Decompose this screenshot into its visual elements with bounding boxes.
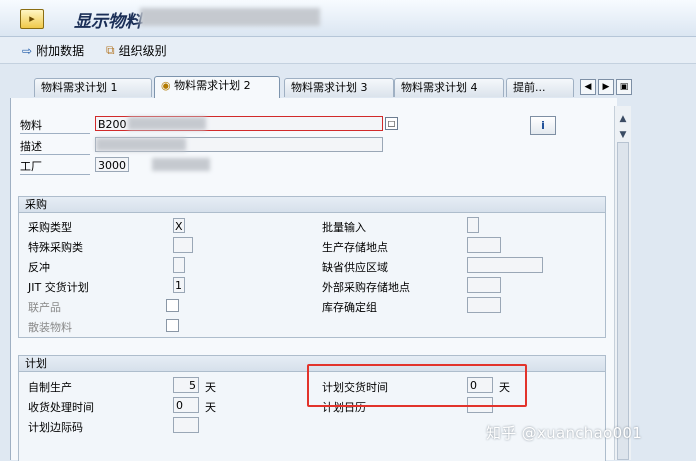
scroll-thumb[interactable] (617, 142, 629, 460)
material-label: 物料 (20, 117, 90, 134)
coproduct-label: 联产品 (28, 301, 61, 314)
tab-next-icon[interactable]: ▶ (598, 79, 614, 95)
match-code-icon[interactable]: □ (385, 117, 398, 130)
gr-processing-unit: 天 (205, 401, 216, 414)
default-supply-area-label: 缺省供应区域 (322, 261, 388, 274)
gr-processing-field[interactable]: 0 (173, 397, 199, 413)
bulk-material-label: 散装物料 (28, 321, 72, 334)
additional-data-button[interactable]: ⇨ 附加数据 (22, 42, 84, 59)
transaction-icon[interactable]: ▸ (20, 9, 44, 29)
tab-mrp-2[interactable]: ◉ 物料需求计划 2 (154, 76, 280, 98)
tab-mrp-1[interactable]: 物料需求计划 1 (34, 78, 152, 97)
redacted-plant-name (152, 158, 210, 171)
stock-det-group-field[interactable] (467, 297, 501, 313)
inhouse-prod-unit: 天 (205, 381, 216, 394)
coproduct-checkbox[interactable] (166, 299, 179, 312)
ext-storage-label: 外部采购存储地点 (322, 281, 410, 294)
vertical-scrollbar[interactable]: ▲ ▼ (614, 106, 631, 460)
description-label: 描述 (20, 138, 90, 155)
jit-field[interactable]: 1 (173, 277, 185, 293)
default-supply-area-field[interactable] (467, 257, 543, 273)
backflush-label: 反冲 (28, 261, 50, 274)
additional-data-label: 附加数据 (36, 44, 85, 58)
backflush-field[interactable] (173, 257, 185, 273)
sched-margin-key-field[interactable] (173, 417, 199, 433)
arrow-right-icon: ⇨ (22, 43, 33, 58)
jit-label: JIT 交货计划 (28, 281, 89, 294)
title-bar: ▸ 显示物料 (0, 0, 696, 37)
tab-lead-time[interactable]: 提前... (506, 78, 574, 97)
tab-active-icon: ◉ (161, 79, 171, 92)
redacted-material (128, 117, 206, 130)
tab-mrp-3[interactable]: 物料需求计划 3 (284, 78, 394, 97)
scroll-down-icon[interactable]: ▼ (617, 130, 629, 142)
redacted-description (96, 138, 186, 151)
batch-entry-field[interactable] (467, 217, 479, 233)
tab-prev-icon[interactable]: ◀ (580, 79, 596, 95)
redacted-title (140, 8, 320, 26)
sched-margin-key-label: 计划边际码 (28, 421, 83, 434)
org-structure-icon: ⧉ (106, 43, 115, 57)
procurement-title: 采购 (19, 197, 605, 213)
prod-storage-label: 生产存储地点 (322, 241, 388, 254)
tab-list-icon[interactable]: ▣ (616, 79, 632, 95)
batch-entry-label: 批量输入 (322, 221, 366, 234)
tab-mrp-4[interactable]: 物料需求计划 4 (394, 78, 504, 97)
stock-det-group-label: 库存确定组 (322, 301, 377, 314)
ext-storage-field[interactable] (467, 277, 501, 293)
special-proc-field[interactable] (173, 237, 193, 253)
bulk-material-checkbox[interactable] (166, 319, 179, 332)
watermark: 知乎 @xuanchao001 (486, 424, 643, 442)
proc-type-label: 采购类型 (28, 221, 72, 234)
application-toolbar: ⇨ 附加数据 ⧉ 组织级别 (0, 37, 696, 64)
org-levels-label: 组织级别 (118, 44, 167, 58)
info-icon[interactable]: i (530, 116, 556, 135)
window-title: 显示物料 (74, 12, 142, 32)
proc-type-field[interactable]: X (173, 218, 185, 233)
tab-strip: 物料需求计划 1 ◉ 物料需求计划 2 物料需求计划 3 物料需求计划 4 提前… (0, 76, 696, 98)
plant-label: 工厂 (20, 158, 90, 175)
highlight-box (307, 364, 527, 407)
scroll-up-icon[interactable]: ▲ (617, 114, 629, 126)
gr-processing-label: 收货处理时间 (28, 401, 94, 414)
plant-field: 3000 (95, 157, 129, 172)
org-levels-button[interactable]: ⧉ 组织级别 (106, 42, 167, 59)
inhouse-prod-field[interactable]: 5 (173, 377, 199, 393)
special-proc-label: 特殊采购类 (28, 241, 83, 254)
inhouse-prod-label: 自制生产 (28, 381, 72, 394)
prod-storage-field[interactable] (467, 237, 501, 253)
